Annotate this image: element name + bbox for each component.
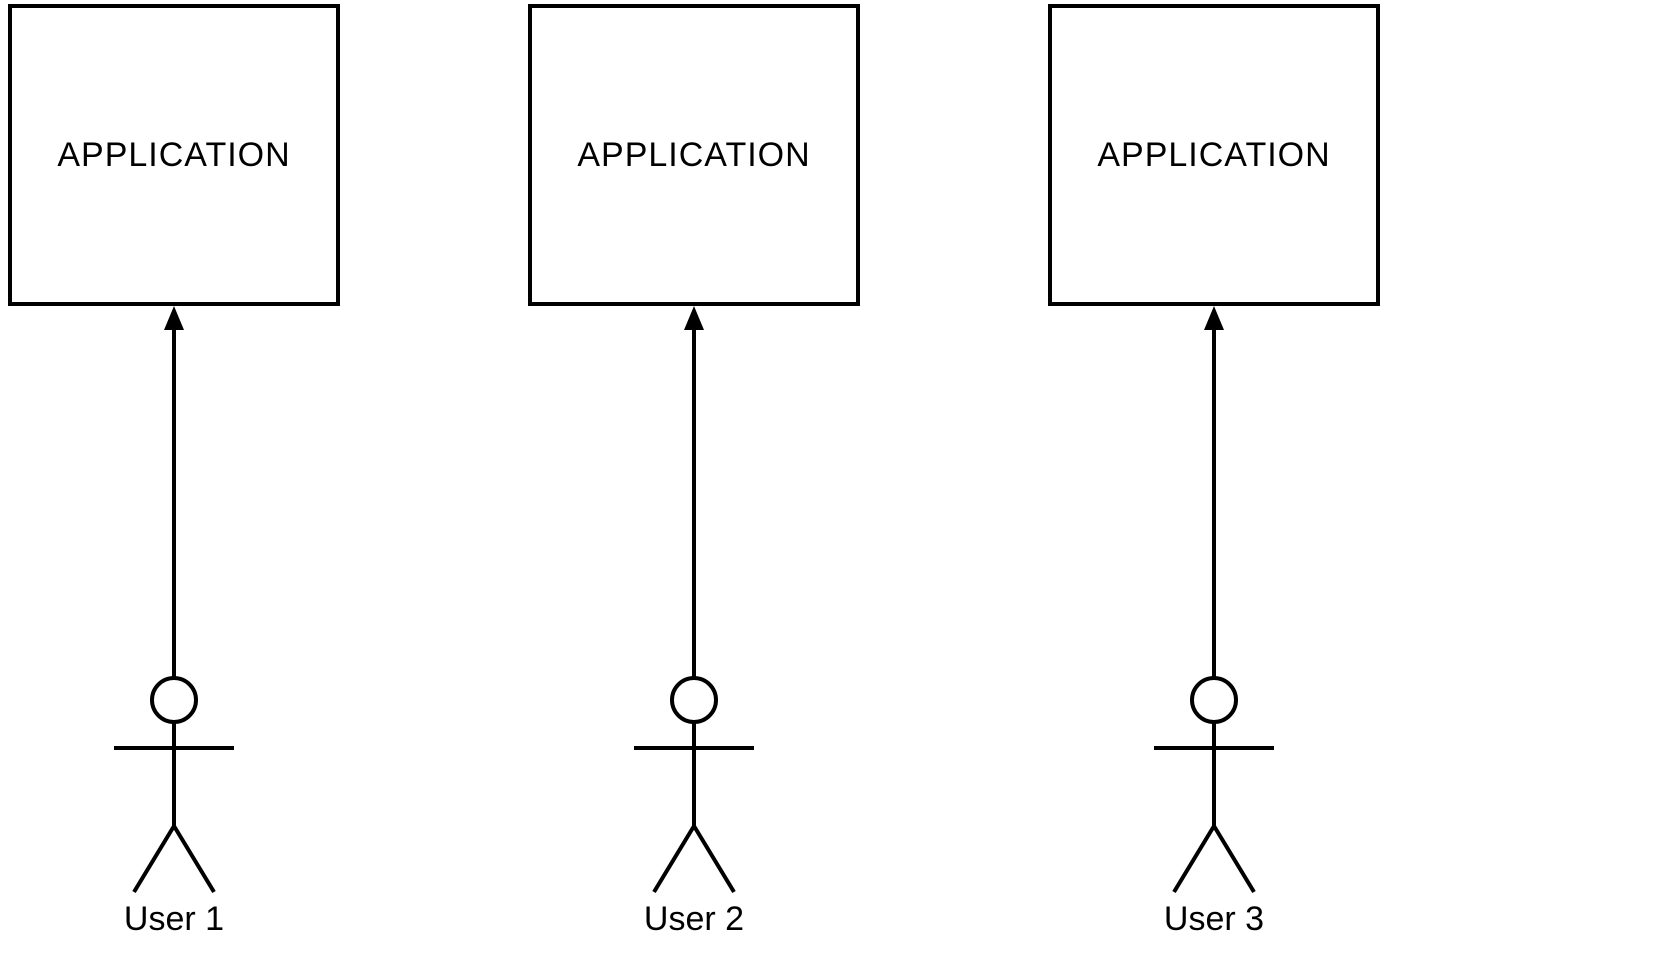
user-icon bbox=[628, 676, 760, 896]
user-label-2: User 2 bbox=[628, 900, 760, 939]
application-label-2: APPLICATION bbox=[577, 136, 810, 175]
application-box-3: APPLICATION bbox=[1048, 4, 1380, 306]
arrow-icon bbox=[680, 306, 708, 694]
user-label-3: User 3 bbox=[1148, 900, 1280, 939]
application-label-1: APPLICATION bbox=[57, 136, 290, 175]
user-icon bbox=[1148, 676, 1280, 896]
arrow-icon bbox=[1200, 306, 1228, 694]
application-box-2: APPLICATION bbox=[528, 4, 860, 306]
arrow-icon bbox=[160, 306, 188, 694]
diagram-canvas: APPLICATION User 1 APPLICATION User 2 AP… bbox=[0, 0, 1653, 966]
user-label-1: User 1 bbox=[108, 900, 240, 939]
application-box-1: APPLICATION bbox=[8, 4, 340, 306]
user-icon bbox=[108, 676, 240, 896]
application-label-3: APPLICATION bbox=[1097, 136, 1330, 175]
